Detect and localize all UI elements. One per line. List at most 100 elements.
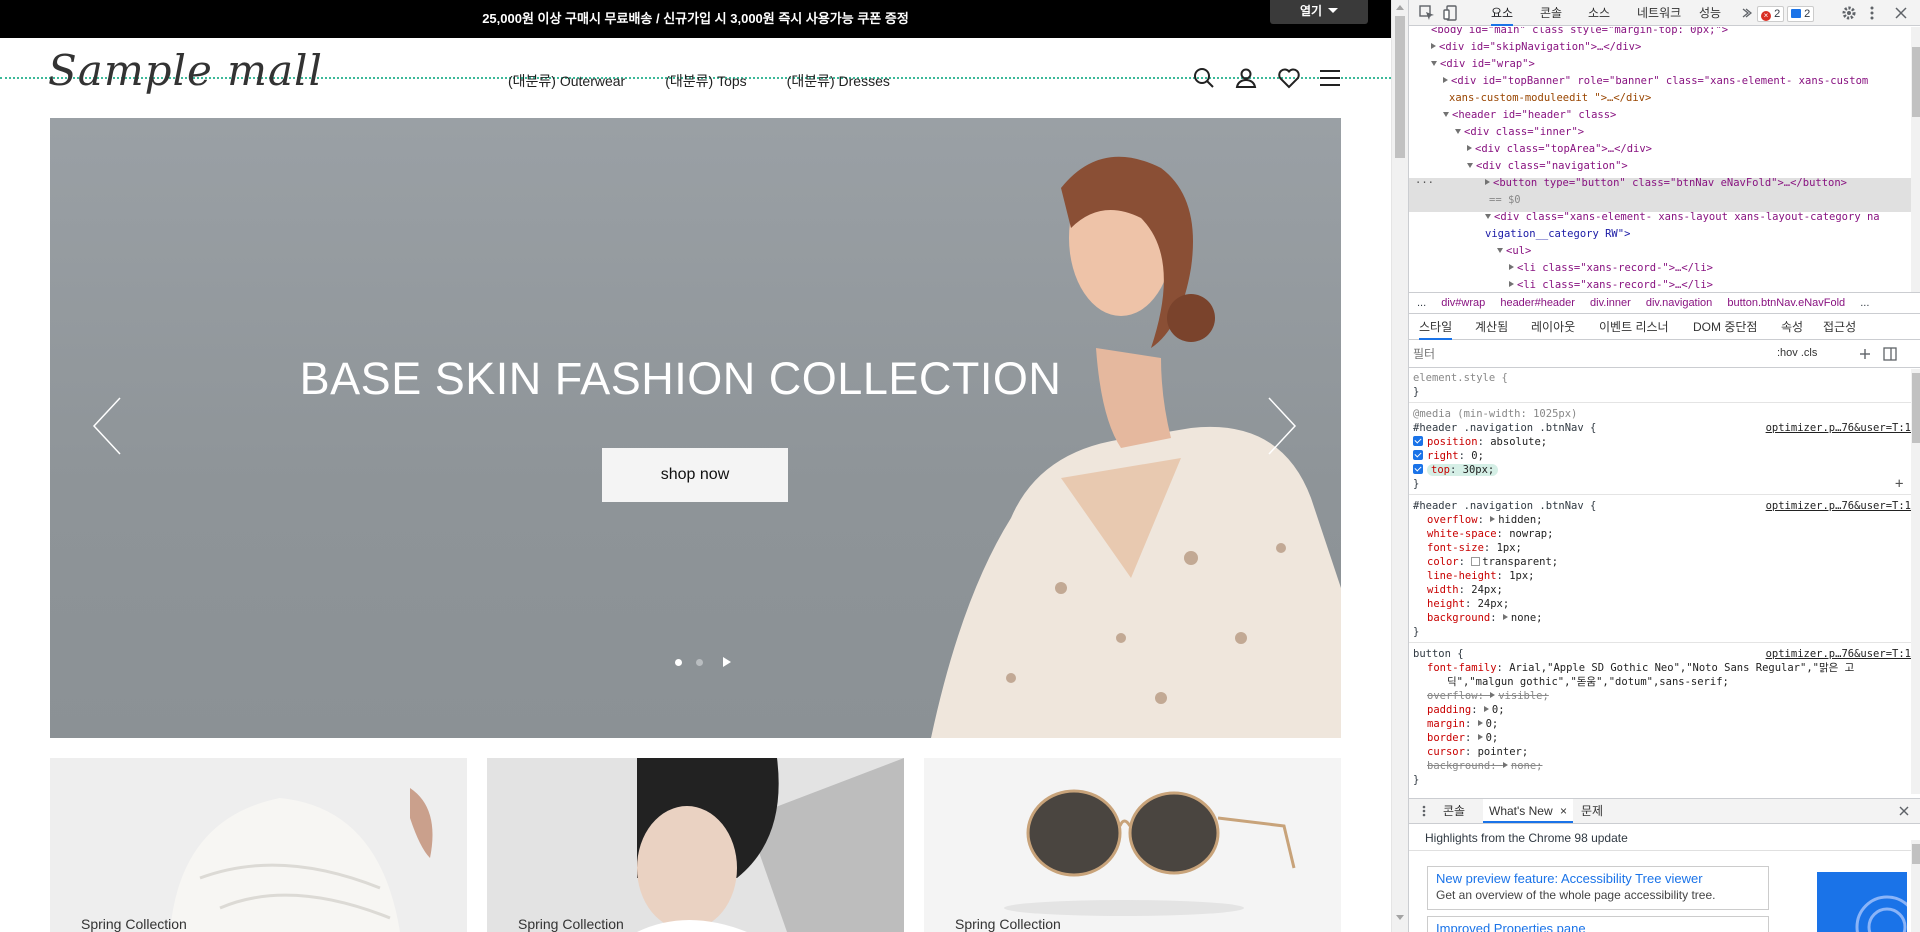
styles-filter-input[interactable] <box>1413 344 1763 364</box>
dom-node[interactable]: <li class="xans-record-">…</li> <box>1509 260 1713 277</box>
color-swatch[interactable] <box>1471 557 1481 566</box>
device-toolbar-icon[interactable] <box>1443 5 1459 21</box>
style-property[interactable]: width: 24px; <box>1427 583 1503 597</box>
dom-node[interactable]: <div class="inner"> <box>1455 124 1584 141</box>
dom-node-selected[interactable]: <button type="button" class="btnNav eNav… <box>1485 175 1847 192</box>
collection-card[interactable]: Spring Collection <box>50 758 467 932</box>
slide-dot-active[interactable] <box>675 658 682 666</box>
breadcrumb-item[interactable]: button.btnNav.eNavFold <box>1727 297 1845 309</box>
site-logo[interactable]: Sample mall <box>48 46 323 95</box>
dom-node[interactable]: <div class="xans-element- xans-layout xa… <box>1485 209 1880 226</box>
dom-node[interactable]: <div class="navigation"> <box>1467 158 1628 175</box>
tab-layout[interactable]: 레이아웃 <box>1531 314 1575 340</box>
tab-dom-breakpoints[interactable]: DOM 중단점 <box>1693 314 1757 340</box>
style-property[interactable]: font-family: Arial,"Apple SD Gothic Neo"… <box>1427 661 1854 675</box>
rule-selector[interactable]: #header .navigation .btnNav { <box>1413 421 1596 435</box>
inspect-element-icon[interactable] <box>1419 5 1435 21</box>
rule-selector[interactable]: button { <box>1413 647 1464 661</box>
close-devtools-icon[interactable] <box>1893 5 1909 21</box>
style-property[interactable]: font-size: 1px; <box>1427 541 1522 555</box>
drawer-tab-issues[interactable]: 문제 <box>1581 799 1603 823</box>
hamburger-menu-icon[interactable] <box>1318 66 1342 90</box>
scroll-up-icon[interactable] <box>1396 5 1404 10</box>
heart-icon[interactable] <box>1277 66 1301 90</box>
rule-source-link[interactable]: optimizer.p…76&user=T:1 <box>1766 647 1911 661</box>
breadcrumb-item[interactable]: header#header <box>1500 297 1575 309</box>
style-property-overridden[interactable]: overflow: visible; <box>1427 689 1549 703</box>
play-icon[interactable] <box>723 657 731 667</box>
tab-accessibility[interactable]: 접근성 <box>1823 314 1856 340</box>
styles-scrollbar[interactable] <box>1911 369 1920 794</box>
tab-performance[interactable]: 성능 <box>1699 0 1721 26</box>
tab-event-listeners[interactable]: 이벤트 리스너 <box>1599 314 1669 340</box>
tab-computed[interactable]: 계산됨 <box>1475 314 1508 340</box>
whats-new-card[interactable]: Improved Properties pane <box>1427 916 1769 932</box>
drawer-tab-whats-new[interactable]: What's New × <box>1483 799 1573 823</box>
style-property[interactable]: color: transparent; <box>1427 555 1558 569</box>
nav-item-tops[interactable]: (대분류) Tops <box>665 71 746 91</box>
whats-new-card[interactable]: New preview feature: Accessibility Tree … <box>1427 866 1769 910</box>
scrollbar-thumb[interactable] <box>1912 373 1920 443</box>
scrollbar-thumb[interactable] <box>1912 47 1920 117</box>
next-slide-arrow-icon[interactable] <box>1263 396 1299 456</box>
drawer-tab-console[interactable]: 콘솔 <box>1443 799 1465 823</box>
hov-cls-toggles[interactable]: :hov .cls <box>1777 347 1817 359</box>
more-tabs-icon[interactable] <box>1740 5 1752 21</box>
more-options-icon[interactable] <box>1867 5 1877 21</box>
rule-source-link[interactable]: optimizer.p…76&user=T:1 <box>1766 499 1911 513</box>
close-tab-icon[interactable]: × <box>1560 804 1567 818</box>
dom-node[interactable]: <div class="topArea">…</div> <box>1467 141 1652 158</box>
style-property[interactable]: border: 0; <box>1427 731 1498 745</box>
message-badge[interactable]: 2 <box>1787 6 1815 22</box>
new-rule-icon[interactable] <box>1859 348 1871 360</box>
tab-network[interactable]: 네트워크 <box>1637 0 1681 26</box>
style-property[interactable]: right: 0; <box>1413 449 1484 463</box>
checkbox-icon[interactable] <box>1413 464 1423 474</box>
dom-node[interactable]: <div id="wrap"> <box>1431 56 1535 73</box>
tab-console[interactable]: 콘솔 <box>1540 0 1562 26</box>
open-banner-button[interactable]: 열기 <box>1270 0 1368 24</box>
style-property[interactable]: cursor: pointer; <box>1427 745 1528 759</box>
dom-node[interactable]: <div id="topBanner" role="banner" class=… <box>1443 73 1868 90</box>
more-actions-icon[interactable]: ··· <box>1415 175 1434 192</box>
page-scrollbar[interactable] <box>1391 0 1408 932</box>
breadcrumb-item[interactable]: ... <box>1860 297 1869 309</box>
slide-dot[interactable] <box>696 658 703 666</box>
tab-sources[interactable]: 소스 <box>1588 0 1610 26</box>
style-property[interactable]: overflow: hidden; <box>1427 513 1543 527</box>
whats-new-scrollbar[interactable] <box>1911 840 1920 932</box>
scrollbar-thumb[interactable] <box>1912 844 1920 864</box>
dom-node[interactable]: <div id="skipNavigation">…</div> <box>1431 39 1641 56</box>
style-property-overridden[interactable]: background: none; <box>1427 759 1542 773</box>
prev-slide-arrow-icon[interactable] <box>90 396 126 456</box>
style-property[interactable]: height: 24px; <box>1427 597 1509 611</box>
style-property[interactable]: position: absolute; <box>1413 435 1547 449</box>
breadcrumb-item[interactable]: ... <box>1417 297 1426 309</box>
breadcrumb-item[interactable]: div.navigation <box>1646 297 1712 309</box>
dom-node[interactable]: <header id="header" class> <box>1443 107 1616 124</box>
dom-tree-scrollbar[interactable] <box>1911 27 1920 292</box>
dom-node[interactable]: <body id="main" class style="margin-top:… <box>1431 27 1728 39</box>
whats-new-card-title[interactable]: New preview feature: Accessibility Tree … <box>1436 871 1760 886</box>
breadcrumb-item[interactable]: div.inner <box>1590 297 1631 309</box>
tab-properties[interactable]: 속성 <box>1781 314 1803 340</box>
settings-gear-icon[interactable] <box>1841 5 1857 21</box>
scrollbar-thumb[interactable] <box>1395 16 1405 158</box>
breadcrumb-item[interactable]: div#wrap <box>1441 297 1485 309</box>
rule-source-link[interactable]: optimizer.p…76&user=T:1 <box>1766 421 1911 435</box>
style-property[interactable]: background: none; <box>1427 611 1542 625</box>
style-property[interactable]: white-space: nowrap; <box>1427 527 1553 541</box>
whats-new-card-title[interactable]: Improved Properties pane <box>1436 921 1760 932</box>
style-property[interactable]: line-height: 1px; <box>1427 569 1535 583</box>
user-icon[interactable] <box>1234 66 1258 90</box>
dom-node[interactable]: <ul> <box>1497 243 1531 260</box>
style-property[interactable]: padding: 0; <box>1427 703 1505 717</box>
style-property[interactable]: top: 30px; <box>1413 463 1499 477</box>
scroll-down-icon[interactable] <box>1396 915 1404 920</box>
nav-item-outerwear[interactable]: (대분류) Outerwear <box>508 71 625 91</box>
collection-card[interactable]: Spring Collection <box>924 758 1341 932</box>
rule-selector[interactable]: #header .navigation .btnNav { <box>1413 499 1596 513</box>
checkbox-icon[interactable] <box>1413 436 1423 446</box>
search-icon[interactable] <box>1192 66 1216 90</box>
nav-item-dresses[interactable]: (대분류) Dresses <box>787 71 890 91</box>
